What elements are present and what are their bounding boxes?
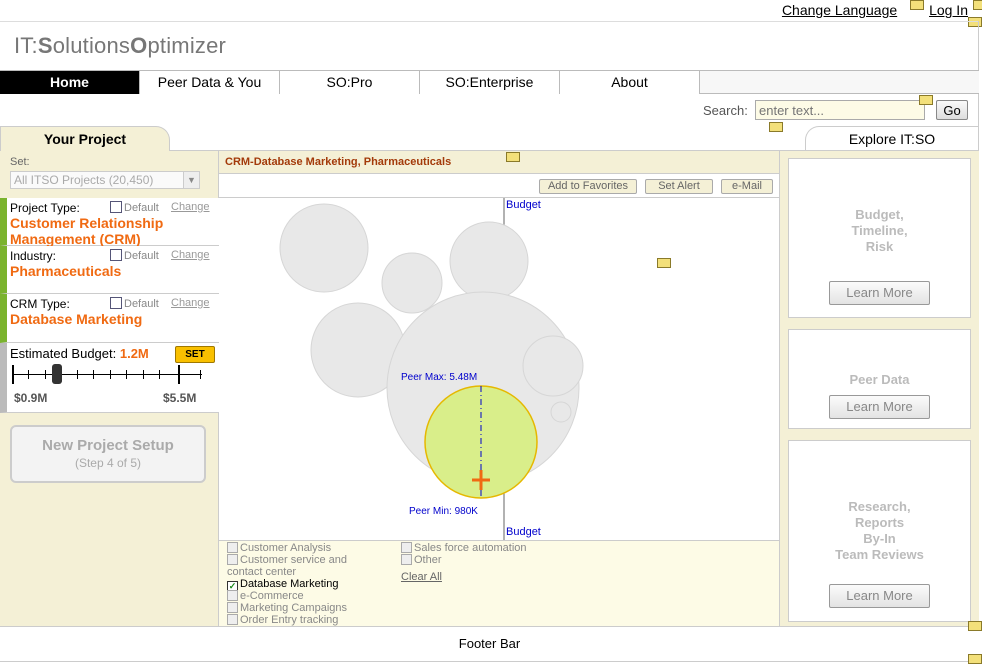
- industry-default-checkbox[interactable]: Default: [110, 249, 159, 262]
- filter-sales-force[interactable]: Sales force automation: [401, 542, 527, 554]
- set-select-value: All ITSO Projects (20,450): [14, 173, 154, 187]
- filter-order-entry[interactable]: Order Entry tracking: [227, 614, 338, 626]
- left-panel: Set: All ITSO Projects (20,450) ▼ Project…: [0, 151, 219, 626]
- note-icon[interactable]: [973, 0, 982, 10]
- explore-research-title: Research, Reports By-In Team Reviews: [835, 499, 924, 562]
- footer-bar: Footer Bar: [0, 626, 979, 662]
- chevron-down-icon: ▼: [183, 172, 199, 188]
- explore-budget-box: Budget, Timeline, Risk Learn More: [788, 158, 971, 318]
- budget-slider-handle[interactable]: [52, 364, 62, 384]
- explore-budget-title: Budget, Timeline, Risk: [851, 207, 908, 254]
- budget-min: $0.9M: [14, 391, 48, 405]
- search-label: Search:: [703, 103, 748, 118]
- industry-box: Industry: Default Change Pharmaceuticals: [0, 246, 219, 294]
- crm-type-box: CRM Type: Default Change Database Market…: [0, 294, 219, 343]
- peer-bubble[interactable]: [449, 221, 529, 301]
- budget-box: Estimated Budget: 1.2M SET $0.9M $5.5M: [0, 343, 219, 413]
- change-language-link[interactable]: Change Language: [782, 2, 897, 18]
- peer-bubble-plot: Budget Budget Peer Max: 5.48M Peer Min: …: [219, 198, 779, 540]
- center-title-bar: CRM-Database Marketing, Pharmaceuticals: [219, 151, 779, 174]
- budget-axis-top-label: Budget: [506, 199, 541, 211]
- budget-axis-bottom-label: Budget: [506, 526, 541, 538]
- note-icon[interactable]: [968, 17, 982, 27]
- peer-min-label: Peer Min: 980K: [409, 506, 478, 517]
- tab-explore[interactable]: Explore IT:SO: [805, 126, 979, 152]
- explore-peer-box: Peer Data Learn More: [788, 329, 971, 429]
- set-label: Set:: [10, 156, 30, 168]
- note-icon[interactable]: [968, 621, 982, 631]
- set-select[interactable]: All ITSO Projects (20,450) ▼: [10, 171, 200, 189]
- center-panel: CRM-Database Marketing, Pharmaceuticals …: [219, 151, 779, 626]
- top-links: Change Language Log In: [754, 2, 968, 18]
- learn-more-button[interactable]: Learn More: [829, 584, 930, 608]
- search-input[interactable]: [755, 100, 925, 120]
- crm-type-label: CRM Type:: [10, 297, 70, 311]
- filter-ecommerce[interactable]: e-Commerce: [227, 590, 304, 602]
- email-button[interactable]: e-Mail: [721, 179, 773, 194]
- nav-so-pro[interactable]: SO:Pro: [280, 71, 420, 94]
- crm-type-value: Database Marketing: [10, 311, 143, 327]
- action-bar: Add to Favorites Set Alert e-Mail: [219, 174, 779, 198]
- note-icon[interactable]: [968, 654, 982, 664]
- peer-bubble[interactable]: [550, 401, 572, 423]
- bubble-chart-svg: [279, 198, 584, 540]
- note-icon[interactable]: [657, 258, 671, 268]
- tab-your-project[interactable]: Your Project: [0, 126, 170, 152]
- search-go-button[interactable]: Go: [936, 100, 968, 120]
- peer-bubble[interactable]: [522, 335, 584, 397]
- learn-more-button[interactable]: Learn More: [829, 281, 930, 305]
- project-type-label: Project Type:: [10, 201, 80, 215]
- new-project-title: New Project Setup: [42, 437, 174, 454]
- crm-type-change-link[interactable]: Change: [171, 297, 210, 309]
- explore-peer-title: Peer Data: [849, 372, 910, 387]
- new-project-setup-button[interactable]: New Project Setup (Step 4 of 5): [10, 425, 206, 483]
- project-type-value-line2: Management (CRM): [10, 231, 141, 247]
- nav-home[interactable]: Home: [0, 71, 140, 94]
- peer-bubble[interactable]: [279, 203, 369, 293]
- filter-customer-service[interactable]: Customer service and contact center: [227, 554, 377, 578]
- industry-label: Industry:: [10, 249, 57, 263]
- explore-research-box: Research, Reports By-In Team Reviews Lea…: [788, 440, 971, 622]
- nav-peer-data[interactable]: Peer Data & You: [140, 71, 280, 94]
- budget-value: 1.2M: [119, 346, 149, 361]
- nav-about[interactable]: About: [560, 71, 700, 94]
- project-type-value-line1: Customer Relationship: [10, 215, 164, 231]
- budget-slider-track[interactable]: [12, 365, 202, 384]
- set-alert-button[interactable]: Set Alert: [645, 179, 713, 194]
- new-project-step: (Step 4 of 5): [74, 456, 142, 470]
- learn-more-button[interactable]: Learn More: [829, 395, 930, 419]
- industry-change-link[interactable]: Change: [171, 249, 210, 261]
- project-type-box: Project Type: Default Change Customer Re…: [0, 198, 219, 247]
- log-in-link[interactable]: Log In: [929, 2, 968, 18]
- set-budget-button[interactable]: SET: [175, 346, 215, 363]
- filter-box: Customer Analysis Customer service and c…: [219, 540, 779, 626]
- center-title: CRM-Database Marketing, Pharmaceuticals: [225, 156, 452, 168]
- note-icon[interactable]: [506, 152, 520, 162]
- app-logo: IT:SolutionsOptimizer: [14, 33, 227, 58]
- note-icon[interactable]: [919, 95, 933, 105]
- project-type-change-link[interactable]: Change: [171, 201, 210, 213]
- nav-so-enterprise[interactable]: SO:Enterprise: [420, 71, 560, 94]
- filter-customer-analysis[interactable]: Customer Analysis: [227, 542, 331, 554]
- budget-label: Estimated Budget: 1.2M: [10, 346, 149, 361]
- note-icon[interactable]: [910, 0, 924, 10]
- crm-type-default-checkbox[interactable]: Default: [110, 297, 159, 310]
- top-divider: [0, 21, 979, 22]
- add-to-favorites-button[interactable]: Add to Favorites: [539, 179, 637, 194]
- right-panel: Budget, Timeline, Risk Learn More Peer D…: [779, 151, 979, 626]
- project-type-default-checkbox[interactable]: Default: [110, 201, 159, 214]
- budget-max: $5.5M: [163, 391, 197, 405]
- peer-bubble[interactable]: [381, 252, 443, 314]
- industry-value: Pharmaceuticals: [10, 263, 122, 279]
- clear-all-link[interactable]: Clear All: [401, 571, 442, 583]
- filter-other[interactable]: Other: [401, 554, 442, 566]
- filter-marketing-campaigns[interactable]: Marketing Campaigns: [227, 602, 347, 614]
- note-icon[interactable]: [769, 122, 783, 132]
- peer-max-label: Peer Max: 5.48M: [401, 372, 478, 383]
- main-nav: Home Peer Data & You SO:Pro SO:Enterpris…: [0, 70, 979, 94]
